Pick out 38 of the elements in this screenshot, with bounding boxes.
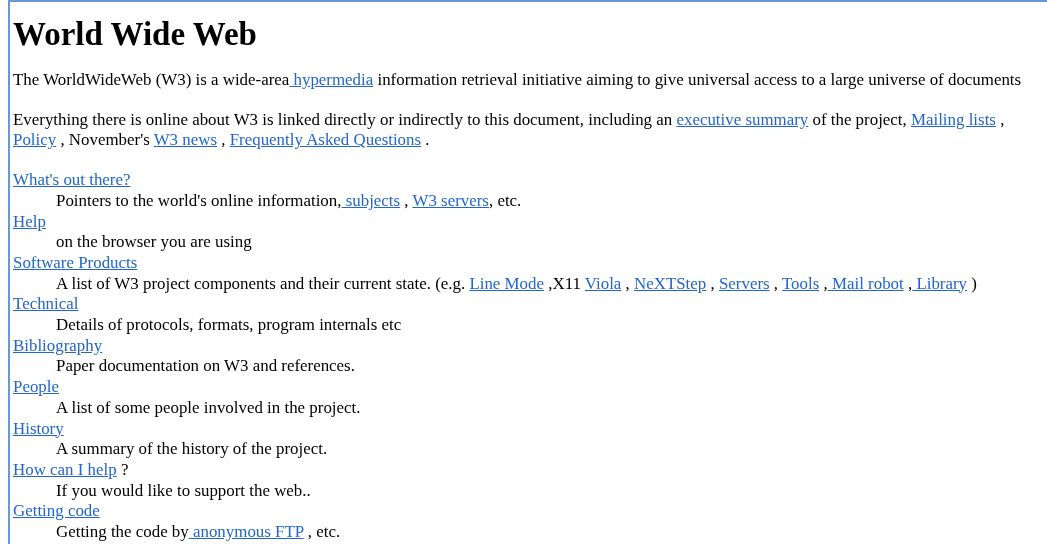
page-title: World Wide Web	[13, 15, 257, 54]
link[interactable]: Mail robot	[827, 273, 904, 293]
link[interactable]: Servers	[718, 273, 770, 293]
link[interactable]: History	[13, 418, 64, 438]
link[interactable]: Tools	[781, 273, 820, 293]
link[interactable]: Frequently Asked Questions	[229, 130, 422, 150]
link[interactable]: NeXTStep	[634, 273, 707, 293]
link[interactable]: Bibliography	[13, 335, 103, 355]
paragraph: Everything there is online about W3 is linked directly or indirectly to this document, including an executive summary of the project, Mailing lists , Policy , November's W3 news , Frequently Asked Questions .	[13, 109, 1006, 152]
link[interactable]: Getting code	[13, 501, 100, 521]
description: A summary of the history of the project.	[56, 439, 328, 459]
link[interactable]: People	[13, 377, 59, 397]
description: on the browser you are using	[56, 232, 252, 252]
link[interactable]: W3 news	[153, 130, 217, 150]
description: Pointers to the world's online information, subjects , W3 servers, etc.	[56, 190, 522, 210]
description: Getting the code by anonymous FTP , etc.	[56, 522, 341, 542]
link[interactable]: W3 servers	[412, 190, 489, 210]
link[interactable]: subjects	[341, 190, 401, 210]
description: A list of W3 project components and their current state. (e.g. Line Mode ,X11 Viola , NeXTStep , Servers , Tools , Mail robot , Library )	[56, 273, 977, 293]
link[interactable]: hypermedia	[289, 70, 374, 89]
link[interactable]: Mailing lists	[910, 109, 996, 129]
link[interactable]: What's out there?	[13, 170, 131, 190]
link[interactable]: Technical	[13, 294, 79, 314]
link[interactable]: anonymous FTP	[188, 522, 304, 542]
paragraph: The WorldWideWeb (W3) is a wide-area hypermedia information retrieval initiative aiming to give universal access to a large universe of documents	[13, 70, 1022, 91]
list-term: How can I help ?	[13, 459, 129, 481]
description: A list of some people involved in the project.	[56, 397, 361, 417]
link[interactable]: Software Products	[13, 252, 138, 272]
link[interactable]: Line Mode	[469, 273, 544, 293]
description: Details of protocols, formats, program internals etc	[56, 315, 402, 335]
link[interactable]: How can I help	[13, 459, 117, 479]
link[interactable]: Help	[13, 211, 46, 231]
description: Paper documentation on W3 and references.	[56, 356, 355, 376]
link[interactable]: Policy	[13, 130, 57, 150]
link[interactable]: executive summary	[676, 109, 809, 129]
description: If you would like to support the web..	[56, 480, 311, 500]
link[interactable]: Library	[912, 273, 968, 293]
link[interactable]: Viola	[584, 273, 622, 293]
